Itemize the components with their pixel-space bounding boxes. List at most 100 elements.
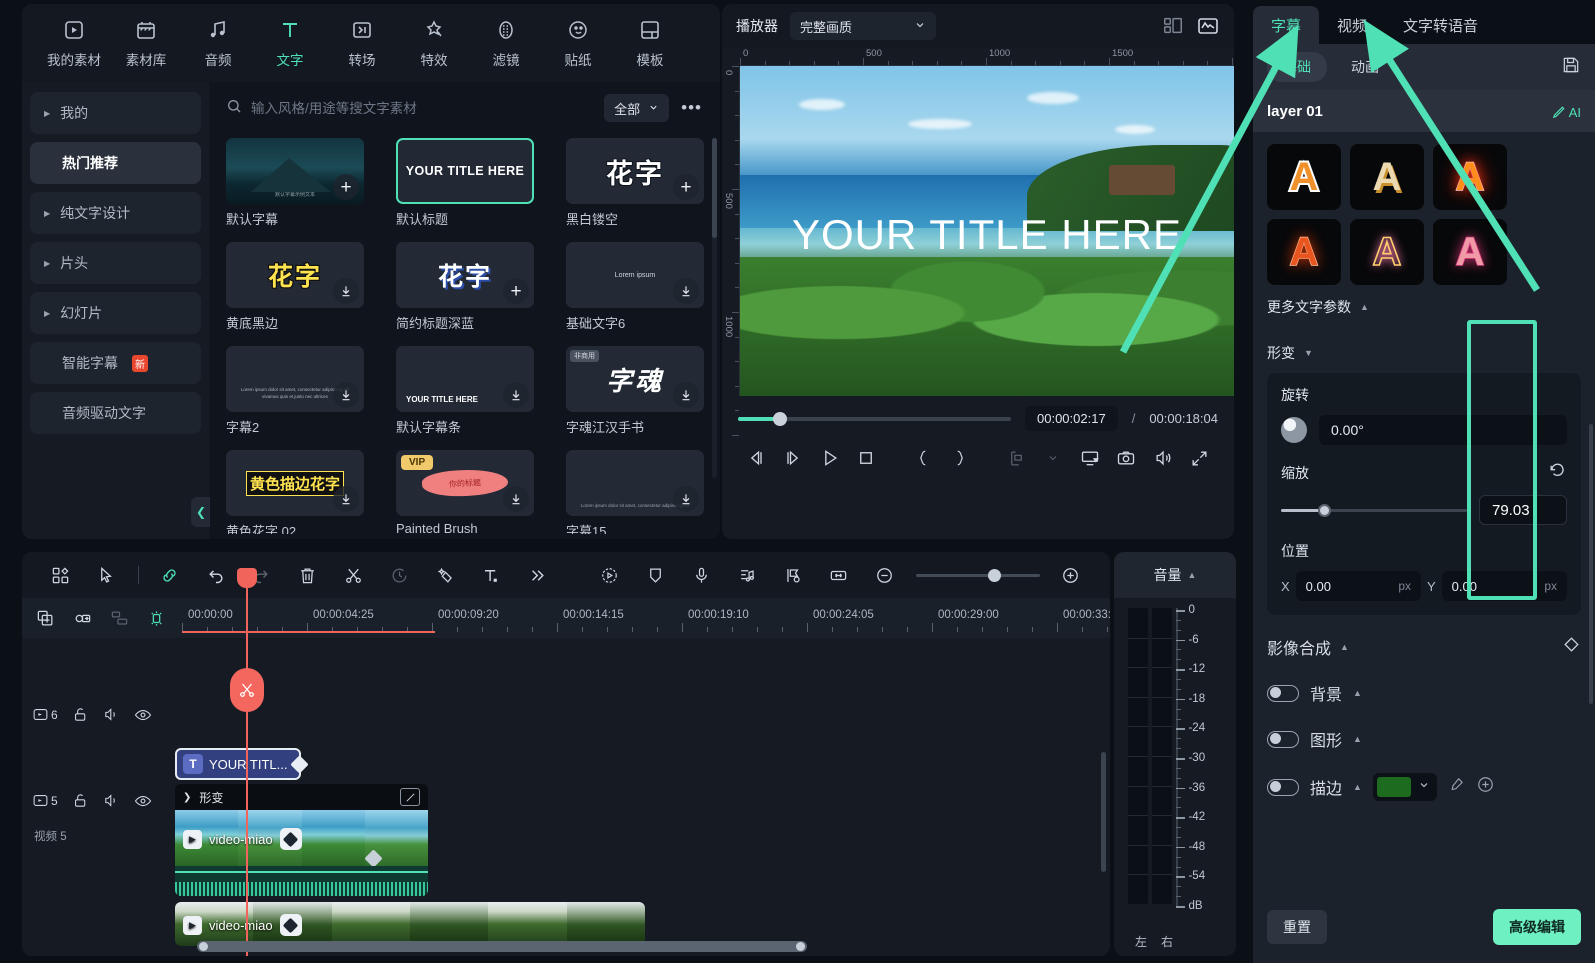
- nav-tab-stock-library[interactable]: 素材库: [110, 17, 182, 69]
- category-item-smart-subtitle[interactable]: 智能字幕 新: [30, 342, 201, 384]
- template-thumbnail[interactable]: VIP 你的标题: [396, 450, 534, 516]
- align-button[interactable]: [998, 443, 1035, 473]
- layout-grid-icon[interactable]: [1162, 15, 1184, 37]
- next-frame-button[interactable]: [775, 443, 812, 473]
- prev-frame-button[interactable]: [738, 443, 775, 473]
- category-item-hot[interactable]: 热门推荐: [30, 142, 201, 184]
- stage-title-text[interactable]: YOUR TITLE HERE: [792, 211, 1182, 259]
- tab-video[interactable]: 视频: [1319, 6, 1385, 44]
- delete-button[interactable]: [284, 559, 330, 591]
- category-item-slideshow[interactable]: ▶ 幻灯片: [30, 292, 201, 334]
- add-text-button[interactable]: [468, 559, 514, 591]
- scrollbar-left-handle[interactable]: [199, 942, 208, 951]
- save-disk-icon[interactable]: [1561, 55, 1581, 80]
- subtab-animation[interactable]: 动画: [1335, 52, 1395, 82]
- download-icon[interactable]: [333, 486, 359, 512]
- add-icon[interactable]: +: [333, 174, 359, 200]
- more-tools-button[interactable]: [514, 559, 560, 591]
- selection-tool-button[interactable]: [84, 559, 130, 591]
- mute-icon[interactable]: [103, 706, 120, 723]
- stop-button[interactable]: [848, 443, 885, 473]
- text-preset[interactable]: A: [1267, 219, 1341, 285]
- download-icon[interactable]: [503, 382, 529, 408]
- zoom-in-button[interactable]: [1048, 559, 1094, 591]
- category-item-audio-driven-text[interactable]: 音频驱动文字: [30, 392, 201, 434]
- properties-scrollbar[interactable]: [1589, 424, 1593, 704]
- chevron-up-icon[interactable]: ▲: [1353, 734, 1362, 744]
- template-card[interactable]: VIP 你的标题 Painted Brush: [396, 450, 534, 534]
- text-preset[interactable]: A: [1267, 144, 1341, 210]
- group-button[interactable]: [73, 609, 92, 628]
- search-input[interactable]: [251, 100, 595, 116]
- playhead[interactable]: [230, 568, 264, 956]
- nav-tab-audio[interactable]: 音频: [182, 17, 254, 69]
- rotation-dial[interactable]: [1281, 417, 1307, 443]
- template-thumbnail[interactable]: 默认字幕示例文本 +: [226, 138, 364, 204]
- current-time-display[interactable]: 00:00:02:17: [1025, 406, 1118, 431]
- fit-timeline-button[interactable]: [816, 559, 862, 591]
- playhead-handle[interactable]: [237, 568, 257, 588]
- text-preset[interactable]: A: [1433, 144, 1507, 210]
- template-card[interactable]: YOUR TITLE HERE 默认字幕条: [396, 346, 534, 436]
- align-dropdown-button[interactable]: [1035, 443, 1072, 473]
- diamond-outline-icon[interactable]: [1562, 635, 1581, 659]
- mark-out-button[interactable]: [941, 443, 978, 473]
- background-toggle[interactable]: [1267, 684, 1299, 702]
- nav-tab-sticker[interactable]: 贴纸: [542, 17, 614, 69]
- timeline-work-area[interactable]: [182, 631, 435, 633]
- visibility-icon[interactable]: [134, 792, 152, 810]
- text-preset[interactable]: A: [1350, 219, 1424, 285]
- video-clip-track5[interactable]: ❯ 形变 ▶ video-miao: [175, 784, 428, 896]
- category-item-my[interactable]: ▶ 我的: [30, 92, 201, 134]
- zoom-slider-handle[interactable]: [987, 568, 1001, 582]
- mark-in-button[interactable]: [905, 443, 942, 473]
- microphone-button[interactable]: [678, 559, 724, 591]
- more-options-button[interactable]: •••: [679, 98, 704, 118]
- position-x-field[interactable]: 0.00 px: [1295, 571, 1421, 601]
- chevron-right-icon[interactable]: ❯: [183, 792, 191, 803]
- visibility-icon[interactable]: [134, 706, 152, 724]
- waveform-scope-icon[interactable]: [1196, 14, 1220, 38]
- split-at-playhead-button[interactable]: [230, 668, 264, 712]
- play-button[interactable]: [811, 443, 848, 473]
- link-button[interactable]: [147, 559, 193, 591]
- template-card[interactable]: 花字 + 简约标题深蓝: [396, 242, 534, 332]
- marker-button[interactable]: [770, 559, 816, 591]
- quality-dropdown[interactable]: 完整画质: [790, 12, 936, 40]
- template-thumbnail[interactable]: 黄色描边花字: [226, 450, 364, 516]
- template-card[interactable]: YOUR TITLE HERE 默认标题: [396, 138, 534, 228]
- reset-button[interactable]: 重置: [1267, 910, 1327, 944]
- scale-value[interactable]: 79.03: [1479, 495, 1567, 525]
- undo-button[interactable]: [193, 559, 239, 591]
- video-preview-stage[interactable]: YOUR TITLE HERE: [740, 66, 1234, 396]
- add-track-button[interactable]: [36, 609, 55, 628]
- more-text-params-row[interactable]: 更多文字参数 ▲: [1253, 285, 1595, 317]
- template-card[interactable]: 花字 黄底黑边: [226, 242, 364, 332]
- timeline-horizontal-scrollbar[interactable]: [197, 941, 807, 952]
- template-scrollbar[interactable]: [712, 138, 717, 478]
- nav-tab-template[interactable]: 模板: [614, 17, 686, 69]
- nav-tab-effects[interactable]: 特效: [398, 17, 470, 69]
- shape-toggle[interactable]: [1267, 730, 1299, 748]
- keyframe-curve-button[interactable]: [400, 788, 420, 806]
- compositing-row[interactable]: 影像合成 ▲: [1253, 635, 1595, 659]
- eyedropper-icon[interactable]: [1448, 776, 1465, 798]
- chevron-up-icon[interactable]: ▲: [1353, 688, 1362, 698]
- chevron-up-icon[interactable]: ▲: [1353, 782, 1362, 792]
- grid-view-button[interactable]: [38, 559, 84, 591]
- category-item-pure-text[interactable]: ▶ 纯文字设计: [30, 192, 201, 234]
- zoom-slider[interactable]: [915, 568, 1041, 582]
- nav-tab-text[interactable]: 文字: [254, 17, 326, 69]
- keyframe-icon[interactable]: [279, 914, 302, 936]
- position-y-field[interactable]: 0.00 px: [1441, 571, 1567, 601]
- tab-subtitle[interactable]: 字幕: [1253, 6, 1320, 44]
- keyframe-icon[interactable]: [279, 828, 302, 850]
- nav-tab-filter[interactable]: 滤镜: [470, 17, 542, 69]
- subtab-basic[interactable]: 基础: [1267, 52, 1327, 82]
- nav-tab-transition[interactable]: 转场: [326, 17, 398, 69]
- download-icon[interactable]: [673, 382, 699, 408]
- timeline-vertical-scrollbar[interactable]: [1101, 752, 1106, 872]
- template-card[interactable]: 默认字幕示例文本 + 默认字幕: [226, 138, 364, 228]
- advanced-edit-button[interactable]: 高级编辑: [1493, 909, 1581, 945]
- record-voice-over-button[interactable]: [587, 559, 633, 591]
